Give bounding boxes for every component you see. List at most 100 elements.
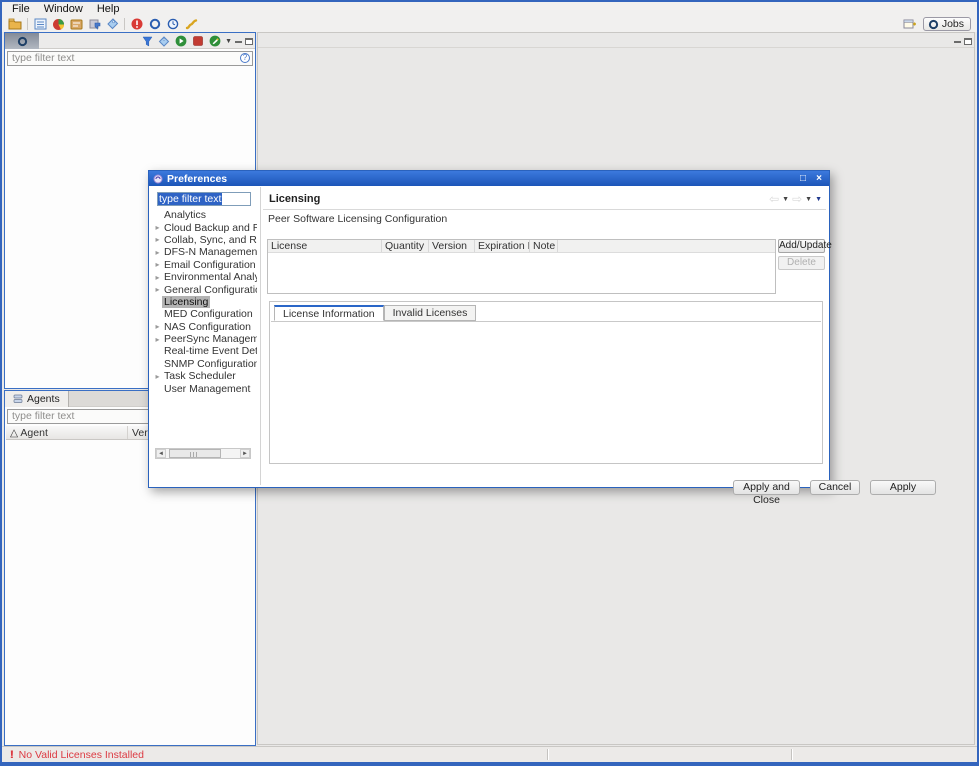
license-column-expiration-date[interactable]: Expiration Date — [475, 240, 530, 252]
pref-tree-item[interactable]: SNMP Configuration — [153, 358, 257, 370]
pref-tree-item[interactable]: ▸Cloud Backup and Replic — [153, 221, 257, 233]
menu-help[interactable]: Help — [91, 3, 126, 15]
pref-filter-input[interactable]: type filter text — [157, 192, 251, 206]
license-column-license[interactable]: License — [268, 240, 382, 252]
dialog-maximize-button[interactable]: □ — [797, 174, 809, 184]
toolbar-separator — [124, 18, 125, 30]
minimize-editor-icon[interactable] — [954, 40, 961, 43]
start-job-icon[interactable] — [174, 34, 188, 49]
license-column-note[interactable]: Note — [530, 240, 558, 252]
menu-file[interactable]: File — [6, 3, 36, 15]
pref-tree-item-label: SNMP Configuration — [162, 358, 257, 370]
pref-tree-item[interactable]: ▸NAS Configuration — [153, 321, 257, 333]
expander-icon[interactable]: ▸ — [153, 372, 162, 381]
jobs-view-tab[interactable] — [5, 33, 39, 49]
license-tabs: License Information Invalid Licenses — [274, 305, 476, 321]
status-bar: ! No Valid Licenses Installed — [2, 746, 977, 762]
dialog-close-button[interactable]: × — [813, 174, 825, 184]
clock-icon[interactable] — [164, 17, 182, 32]
pref-tree-item[interactable]: ▸PeerSync Management — [153, 333, 257, 345]
export-icon[interactable] — [67, 17, 85, 32]
wrench-icon[interactable] — [182, 17, 200, 32]
maximize-editor-icon[interactable] — [964, 38, 972, 45]
pref-tree-item[interactable]: Real-time Event Detectio — [153, 345, 257, 357]
pref-tree-hscrollbar[interactable]: ◄ ► — [155, 448, 251, 459]
tab-license-information[interactable]: License Information — [274, 305, 384, 321]
alert-icon[interactable] — [128, 17, 146, 32]
scroll-right-icon[interactable]: ► — [240, 449, 250, 458]
pref-tree-item-label: General Configuration — [162, 284, 257, 296]
open-perspective-icon[interactable] — [901, 17, 919, 32]
dialog-title: Preferences — [167, 173, 793, 185]
dashboard-pie-icon[interactable] — [49, 17, 67, 32]
forward-history-chevron-icon[interactable]: ▼ — [805, 196, 812, 203]
pref-tree-item[interactable]: ▸Email Configuration — [153, 259, 257, 271]
stop-job-icon[interactable] — [191, 34, 205, 49]
preferences-titlebar[interactable]: Preferences □ × — [149, 171, 829, 186]
maximize-view-icon[interactable] — [245, 38, 253, 45]
cancel-button[interactable]: Cancel — [810, 480, 860, 495]
jobs-view-tabstrip: ▼ — [5, 33, 255, 49]
menu-window[interactable]: Window — [38, 3, 89, 15]
expander-icon[interactable]: ▸ — [153, 248, 162, 257]
tag-icon[interactable] — [103, 17, 121, 32]
scroll-left-icon[interactable]: ◄ — [156, 449, 166, 458]
status-message: ! No Valid Licenses Installed — [2, 749, 144, 761]
delete-button: Delete — [778, 256, 825, 270]
back-history-chevron-icon[interactable]: ▼ — [782, 196, 789, 203]
page-title: Licensing — [269, 193, 320, 205]
expander-icon[interactable]: ▸ — [153, 285, 162, 294]
pref-tree-item[interactable]: User Management — [153, 382, 257, 394]
view-menu-chevron-icon[interactable]: ▼ — [225, 38, 232, 45]
agents-tab-icon — [13, 394, 23, 404]
header-separator — [263, 209, 826, 210]
minimize-view-icon[interactable] — [235, 40, 242, 43]
apply-button[interactable]: Apply — [870, 480, 936, 495]
pref-tree-item[interactable]: ▸Collab, Sync, and Replic — [153, 234, 257, 246]
pref-tree-item[interactable]: Licensing — [153, 296, 257, 308]
expander-icon[interactable]: ▸ — [153, 260, 162, 269]
expander-icon[interactable]: ▸ — [153, 273, 162, 282]
page-nav: ⇦ ▼ ⇨ ▼ ▼ — [769, 194, 822, 204]
filter-funnel-icon[interactable] — [140, 34, 154, 49]
filter-help-icon[interactable]: ? — [240, 53, 250, 63]
statusbar-divider — [547, 749, 548, 760]
pref-tree-item[interactable]: Analytics — [153, 209, 257, 221]
pref-tree-item[interactable]: MED Configuration — [153, 308, 257, 320]
view-menu-chevron-icon[interactable]: ▼ — [815, 196, 822, 203]
jobs-perspective-button[interactable]: Jobs — [923, 17, 971, 31]
expander-icon[interactable]: ▸ — [153, 235, 162, 244]
agents-tab[interactable]: Agents — [5, 391, 69, 407]
expander-icon[interactable]: ▸ — [153, 223, 162, 232]
pref-tree-item-label: Task Scheduler — [162, 370, 238, 382]
pref-tree-item-label: Collab, Sync, and Replic — [162, 234, 257, 246]
license-info-groupbox: License Information Invalid Licenses — [269, 301, 823, 464]
pref-tree-item[interactable]: ▸Task Scheduler — [153, 370, 257, 382]
main-toolbar: Jobs — [2, 16, 977, 32]
apply-and-close-button[interactable]: Apply and Close — [733, 480, 800, 495]
back-arrow-icon[interactable]: ⇦ — [769, 194, 779, 204]
expander-icon[interactable]: ▸ — [153, 335, 162, 344]
pref-tree-item[interactable]: ▸Environmental Analyzer — [153, 271, 257, 283]
ring-icon[interactable] — [146, 17, 164, 32]
add-update-button[interactable]: Add/Update — [778, 239, 825, 253]
license-column-version[interactable]: Version — [429, 240, 475, 252]
scrollbar-thumb[interactable] — [169, 449, 221, 458]
jobs-label: Jobs — [942, 18, 964, 30]
page-subtitle: Peer Software Licensing Configuration — [268, 213, 447, 225]
pref-tree-item[interactable]: ▸DFS-N Management — [153, 246, 257, 258]
forward-arrow-icon[interactable]: ⇨ — [792, 194, 802, 204]
pref-tree-item[interactable]: ▸General Configuration — [153, 283, 257, 295]
install-icon[interactable] — [85, 17, 103, 32]
jobs-filter-input[interactable]: type filter text — [7, 51, 253, 66]
new-job-icon[interactable] — [6, 17, 24, 32]
tag-small-icon[interactable] — [157, 34, 171, 49]
expander-icon[interactable]: ▸ — [153, 322, 162, 331]
tab-invalid-licenses[interactable]: Invalid Licenses — [384, 305, 477, 321]
edit-job-icon[interactable] — [208, 34, 222, 49]
license-table[interactable]: LicenseQuantityVersionExpiration DateNot… — [267, 239, 776, 294]
license-column-quantity[interactable]: Quantity — [382, 240, 429, 252]
tab-content-divider — [271, 321, 821, 322]
agents-column-agent[interactable]: △ Agent — [6, 426, 128, 439]
jobs-list-icon[interactable] — [31, 17, 49, 32]
